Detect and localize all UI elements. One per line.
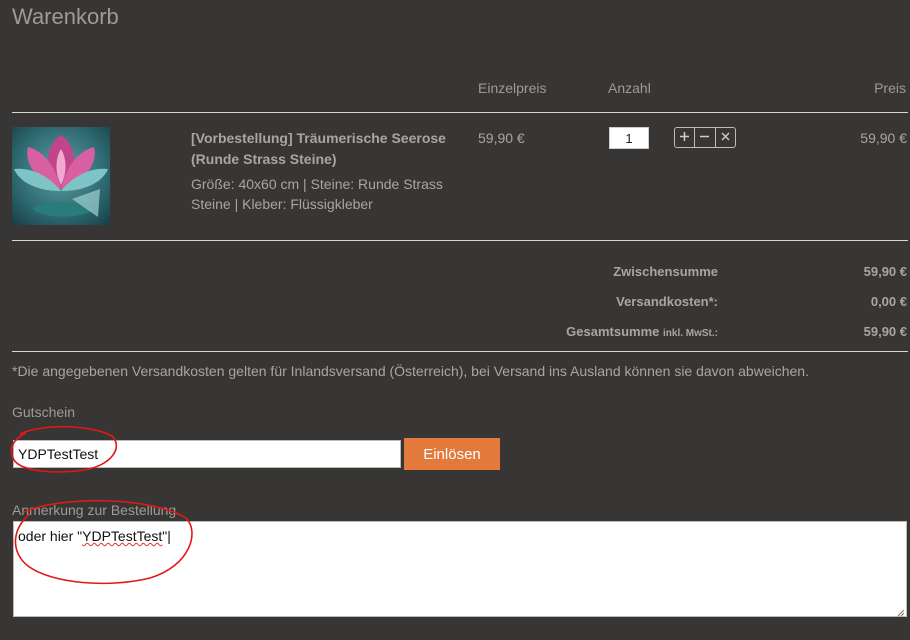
coupon-label: Gutschein bbox=[12, 404, 76, 420]
total-value: 59,90 € bbox=[863, 324, 907, 339]
close-icon bbox=[720, 129, 731, 147]
remark-text-suffix: " bbox=[162, 528, 168, 544]
plus-icon bbox=[679, 129, 690, 147]
redeem-coupon-button[interactable]: Einlösen bbox=[404, 438, 500, 470]
minus-icon bbox=[699, 129, 710, 147]
remark-text-prefix: oder hier " bbox=[18, 528, 83, 544]
product-name[interactable]: [Vorbestellung] Träumerische Seerose (Ru… bbox=[191, 128, 461, 170]
coupon-input[interactable] bbox=[13, 440, 401, 468]
line-total: 59,90 € bbox=[860, 130, 907, 146]
shipping-note: *Die angegebenen Versandkosten gelten fü… bbox=[12, 363, 809, 379]
subtotal-label: Zwischensumme bbox=[613, 264, 718, 279]
subtotal-value: 59,90 € bbox=[863, 264, 907, 279]
total-label: Gesamtsumme inkl. MwSt.: bbox=[566, 324, 718, 339]
divider bbox=[12, 112, 908, 113]
product-thumbnail[interactable] bbox=[12, 127, 110, 225]
shipping-label: Versandkosten*: bbox=[616, 294, 718, 309]
total-label-suffix: inkl. MwSt.: bbox=[663, 328, 718, 339]
remove-item-button[interactable] bbox=[716, 128, 735, 147]
divider bbox=[12, 240, 908, 241]
remark-text-highlighted: YDPTestTest bbox=[82, 528, 163, 544]
decrease-quantity-button[interactable] bbox=[695, 128, 716, 147]
total-label-text: Gesamtsumme bbox=[566, 324, 660, 339]
order-remark-textarea[interactable]: oder hier "YDPTestTest"| bbox=[13, 521, 907, 617]
product-description: Größe: 40x60 cm | Steine: Runde Strass S… bbox=[191, 176, 443, 212]
column-header-price: Preis bbox=[874, 80, 906, 96]
quantity-input[interactable] bbox=[609, 127, 649, 149]
column-header-quantity: Anzahl bbox=[608, 80, 651, 96]
unit-price: 59,90 € bbox=[478, 130, 525, 146]
order-remark-label: Anmerkung zur Bestellung bbox=[12, 502, 177, 518]
shipping-value: 0,00 € bbox=[870, 294, 907, 309]
increase-quantity-button[interactable] bbox=[675, 128, 696, 147]
quantity-controls bbox=[674, 127, 736, 148]
page-title: Warenkorb bbox=[12, 4, 119, 29]
divider bbox=[12, 351, 908, 352]
textarea-resize-handle[interactable] bbox=[895, 604, 905, 617]
column-header-unit-price: Einzelpreis bbox=[478, 80, 547, 96]
